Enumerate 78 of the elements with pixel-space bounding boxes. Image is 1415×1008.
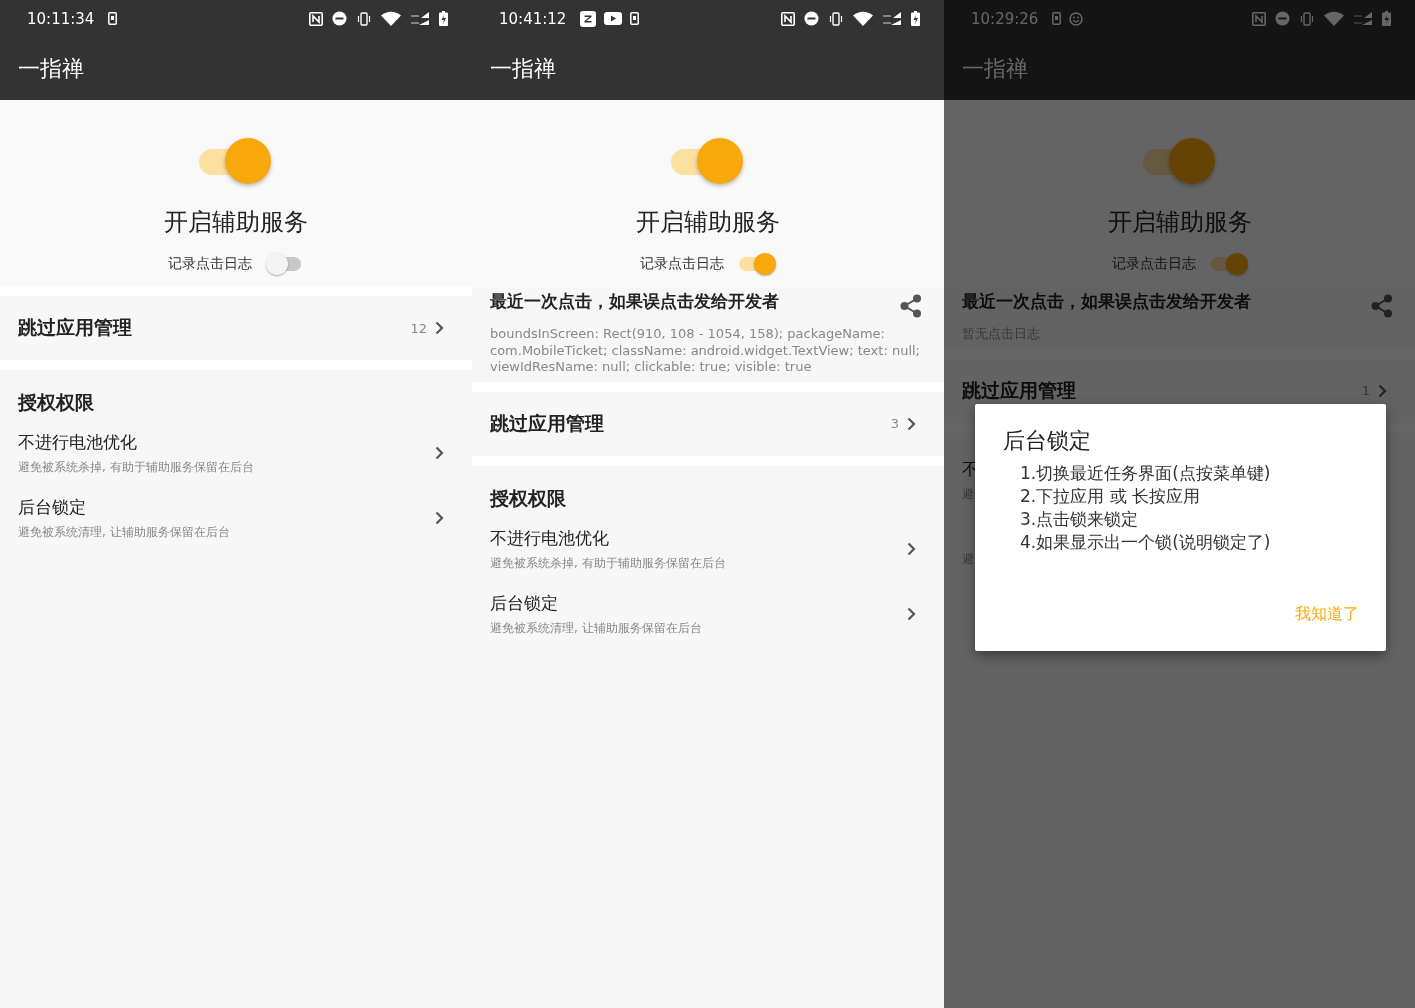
permissions-heading: 授权权限	[18, 390, 95, 415]
skip-apps-label: 跳过应用管理	[490, 410, 605, 436]
log-toggle[interactable]	[738, 252, 776, 276]
skip-apps-count: 12	[410, 320, 427, 336]
service-title: 开启辅助服务	[636, 207, 780, 238]
permission-description: 避免被系统清理, 让辅助服务保留在后台	[18, 524, 230, 541]
service-toggle[interactable]	[199, 138, 273, 186]
dialog-step: 1.切换最近任务界面(点按菜单键)	[1020, 462, 1359, 485]
permission-description: 避免被系统杀掉, 有助于辅助服务保留在后台	[18, 459, 254, 476]
permission-title: 不进行电池优化	[18, 431, 137, 454]
permissions-heading: 授权权限	[490, 485, 567, 511]
skip-apps-count: 3	[890, 416, 899, 431]
service-title: 开启辅助服务	[164, 207, 308, 238]
chevron-icon	[435, 446, 444, 460]
permission-item[interactable]: 后台锁定 避免被系统清理, 让辅助服务保留在后台	[490, 580, 916, 646]
app-title: 一指禅	[490, 54, 556, 83]
do-not-disturb-icon	[1275, 11, 1290, 26]
share-icon[interactable]	[900, 294, 922, 318]
do-not-disturb-icon	[332, 11, 347, 26]
permission-description: 避免被系统杀掉, 有助于辅助服务保留在后台	[490, 554, 726, 572]
skip-apps-label: 跳过应用管理	[18, 315, 133, 340]
vibrate-icon	[356, 11, 372, 26]
permission-item[interactable]: 后台锁定 避免被系统清理, 让辅助服务保留在后台	[18, 485, 444, 550]
battery-icon	[911, 11, 920, 26]
permission-title: 后台锁定	[18, 496, 86, 519]
service-toggle[interactable]	[671, 138, 745, 186]
service-toggle[interactable]	[1142, 138, 1217, 186]
chevron-icon	[435, 321, 444, 335]
dialog-step: 3.点击锁来锁定	[1020, 508, 1359, 531]
chevron-icon	[1378, 383, 1387, 398]
dialog-step: 2.下拉应用 或 长按应用	[1020, 485, 1359, 508]
log-toggle-label: 记录点击日志	[168, 255, 252, 273]
last-click-heading: 最近一次点击，如果误点击发给开发者	[490, 290, 779, 313]
permission-title: 不进行电池优化	[490, 526, 609, 550]
permission-item[interactable]: 不进行电池优化 避免被系统杀掉, 有助于辅助服务保留在后台	[490, 515, 916, 581]
last-click-heading: 最近一次点击，如果误点击发给开发者	[962, 290, 1251, 313]
status-time: 10:41:12	[499, 9, 567, 28]
battery-icon	[439, 11, 448, 26]
vibrate-icon	[828, 11, 844, 26]
skip-apps-label: 跳过应用管理	[962, 377, 1077, 403]
log-toggle-label: 记录点击日志	[1111, 255, 1196, 273]
do-not-disturb-icon	[804, 11, 819, 26]
log-toggle[interactable]	[1209, 252, 1248, 276]
chevron-icon	[435, 511, 444, 525]
phone-icon	[108, 12, 118, 25]
phone-icon	[1052, 12, 1062, 25]
chevron-icon	[907, 606, 916, 621]
chevron-icon	[907, 541, 916, 556]
wifi-icon	[1324, 11, 1344, 26]
wifi-icon	[853, 11, 873, 26]
app-icon	[580, 10, 597, 27]
cellular-signal-icon	[882, 11, 902, 26]
last-click-log: boundsInScreen: Rect(910, 108 - 1054, 158); packageName: com.MobileTicket; className: android.widget.TextView; text: null; viewIdResName: null; clickable: true; visible: true	[490, 326, 921, 376]
nfc-icon	[1252, 11, 1266, 26]
vibrate-icon	[1299, 11, 1315, 26]
battery-icon	[1382, 11, 1391, 26]
cellular-signal-icon	[410, 11, 430, 26]
nfc-icon	[309, 11, 323, 26]
skip-apps-row[interactable]: 跳过应用管理 3	[472, 391, 944, 456]
video-icon	[604, 12, 623, 25]
dialog-title: 后台锁定	[1003, 427, 1092, 455]
skip-apps-row[interactable]: 跳过应用管理 12	[0, 296, 472, 360]
cellular-signal-icon	[1353, 11, 1373, 26]
nfc-icon	[781, 11, 795, 26]
app-title: 一指禅	[18, 54, 84, 83]
service-title: 开启辅助服务	[1107, 207, 1252, 238]
dialog-step: 4.如果显示出一个锁(说明锁定了)	[1020, 531, 1359, 554]
permission-item[interactable]: 不进行电池优化 避免被系统杀掉, 有助于辅助服务保留在后台	[18, 420, 444, 485]
app-title: 一指禅	[962, 54, 1028, 83]
log-toggle-label: 记录点击日志	[640, 255, 724, 273]
smiley-icon	[1069, 11, 1084, 26]
permission-title: 后台锁定	[490, 591, 558, 615]
wifi-icon	[381, 11, 401, 26]
permission-description: 避免被系统清理, 让辅助服务保留在后台	[490, 619, 702, 637]
phone-icon	[630, 12, 640, 25]
status-time: 10:11:34	[27, 9, 95, 28]
status-time: 10:29:26	[971, 9, 1039, 28]
chevron-icon	[907, 416, 916, 431]
